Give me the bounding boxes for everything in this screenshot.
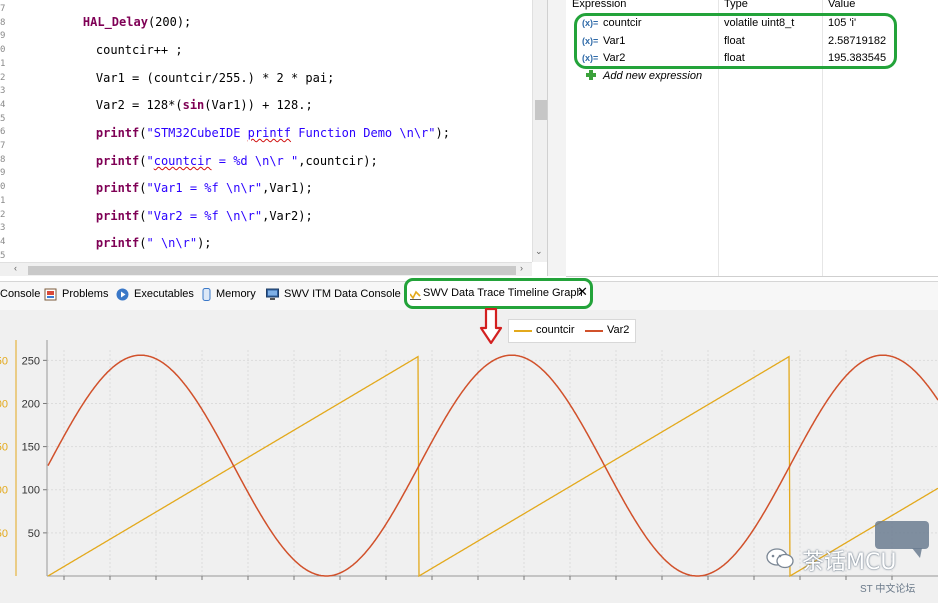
executables-icon [116,288,129,301]
line-number: 9 [0,31,6,42]
code-text: ,Var1); [262,181,313,195]
line-number: 8 [0,17,6,28]
code-text: ); [197,236,212,250]
code-text: Var1 = (countcir/255.) * 2 * pai; [95,71,335,85]
expressions-highlight-box [574,13,897,69]
watermark: 茶话MCU ST 中文论坛 [758,520,938,600]
graph-icon [410,290,421,300]
legend-swatch-countcir [514,330,532,332]
tab-label: SWV Data Trace Timeline Graph [423,287,583,299]
code-text: (200); [147,15,192,29]
line-number: 4 [0,99,6,110]
editor-horizontal-scrollbar[interactable]: ‹ › [0,262,532,276]
column-header-value[interactable]: Value [828,0,855,10]
line-number: 6 [0,127,6,138]
code-string: "STM32CubeIDE printf Function Demo \n\r" [146,126,436,140]
code-line[interactable]: printf(" \n\r"); [67,222,212,264]
problems-icon [44,288,57,301]
line-number: 2 [0,209,6,220]
line-number: 7 [0,141,6,151]
add-expression-label: Add new expression [603,70,703,82]
line-number: 0 [0,182,6,193]
scroll-down-arrow-icon[interactable]: ⌄ [535,246,543,257]
code-editor[interactable]: 78901234567890123456 HAL_Delay(200); cou… [0,0,547,276]
down-arrow-icon [479,308,503,345]
code-keyword: printf [95,154,140,168]
y-tick-label: 150 [22,442,40,454]
line-number: 3 [0,223,6,234]
line-number: 2 [0,72,6,83]
chart-legend: countcir Var2 [508,319,636,343]
close-icon[interactable]: ✕ [577,284,588,300]
code-keyword: printf [95,126,140,140]
code-keyword: HAL_Delay [82,15,148,29]
line-number: 1 [0,195,6,206]
code-keyword: printf [95,236,140,250]
chat-bubble-icon [766,548,794,569]
scroll-left-arrow-icon[interactable]: ‹ [14,263,17,273]
column-header-type[interactable]: Type [724,0,748,10]
y-tick-label: 250 [22,355,40,367]
scroll-thumb[interactable] [28,266,516,275]
line-number: 7 [0,4,6,14]
y-tick-label: 50 [28,528,40,540]
line-number: 1 [0,58,6,69]
monitor-icon [266,288,279,300]
y-tick-label: 100 [22,485,40,497]
memory-icon [202,288,211,301]
y-tick-label: 200 [22,398,40,410]
add-icon [586,70,596,80]
scroll-right-arrow-icon[interactable]: › [520,263,523,273]
y-axis: 50 50 100 100 150 150 200 200 250 250 [0,340,48,576]
code-text: countcir++ ; [95,43,183,57]
tab-executables[interactable]: Executables [134,288,194,300]
code-text: ,Var2); [262,209,313,223]
code-string: "Var2 = %f \n\r" [146,209,263,223]
code-text: ( [139,181,147,195]
code-string: " \n\r" [146,236,198,250]
column-header-expression[interactable]: Expression [572,0,626,10]
code-keyword: printf [95,209,140,223]
panel-divider[interactable] [547,0,567,276]
line-number: 3 [0,86,6,97]
tab-swv-data-trace-timeline-graph[interactable]: SWV Data Trace Timeline Graph ✕ [404,278,593,309]
line-number: 4 [0,236,6,247]
code-keyword: printf [95,181,140,195]
code-string: "Var1 = %f \n\r" [146,181,263,195]
legend-swatch-var2 [585,330,603,332]
y-tick-label-secondary: 150 [0,442,8,454]
scroll-thumb[interactable] [535,100,547,120]
watermark-title: 茶话MCU [802,550,897,575]
line-number: 5 [0,250,6,261]
tab-console[interactable]: Console [0,288,40,300]
code-text: ); [435,126,450,140]
code-text: ( [139,209,147,223]
code-text: ,countcir); [298,154,378,168]
line-number: 5 [0,113,6,124]
line-number: 9 [0,168,6,179]
watermark-subtitle: ST 中文论坛 [860,584,916,595]
code-keyword: sin [182,98,205,112]
code-text: Var2 = 128*( [95,98,183,112]
legend-label-var2: Var2 [607,324,630,336]
code-text: ( [139,126,147,140]
code-text: (Var1)) + 128.; [204,98,313,112]
line-number: 8 [0,154,6,165]
code-text: ( [139,154,147,168]
tab-swv-itm-data-console[interactable]: SWV ITM Data Console [284,288,401,300]
y-tick-label-secondary: 200 [0,398,8,410]
y-tick-label-secondary: 50 [0,528,8,540]
y-tick-label-secondary: 250 [0,355,8,367]
y-tick-label-secondary: 100 [0,485,8,497]
tab-memory[interactable]: Memory [216,288,256,300]
tab-problems[interactable]: Problems [62,288,108,300]
editor-vertical-scrollbar[interactable]: ⌄ [532,0,547,262]
code-string: "countcir = %d \n\r " [146,154,299,168]
legend-label-countcir: countcir [536,324,575,336]
code-text: ( [139,236,147,250]
line-number: 0 [0,45,6,56]
